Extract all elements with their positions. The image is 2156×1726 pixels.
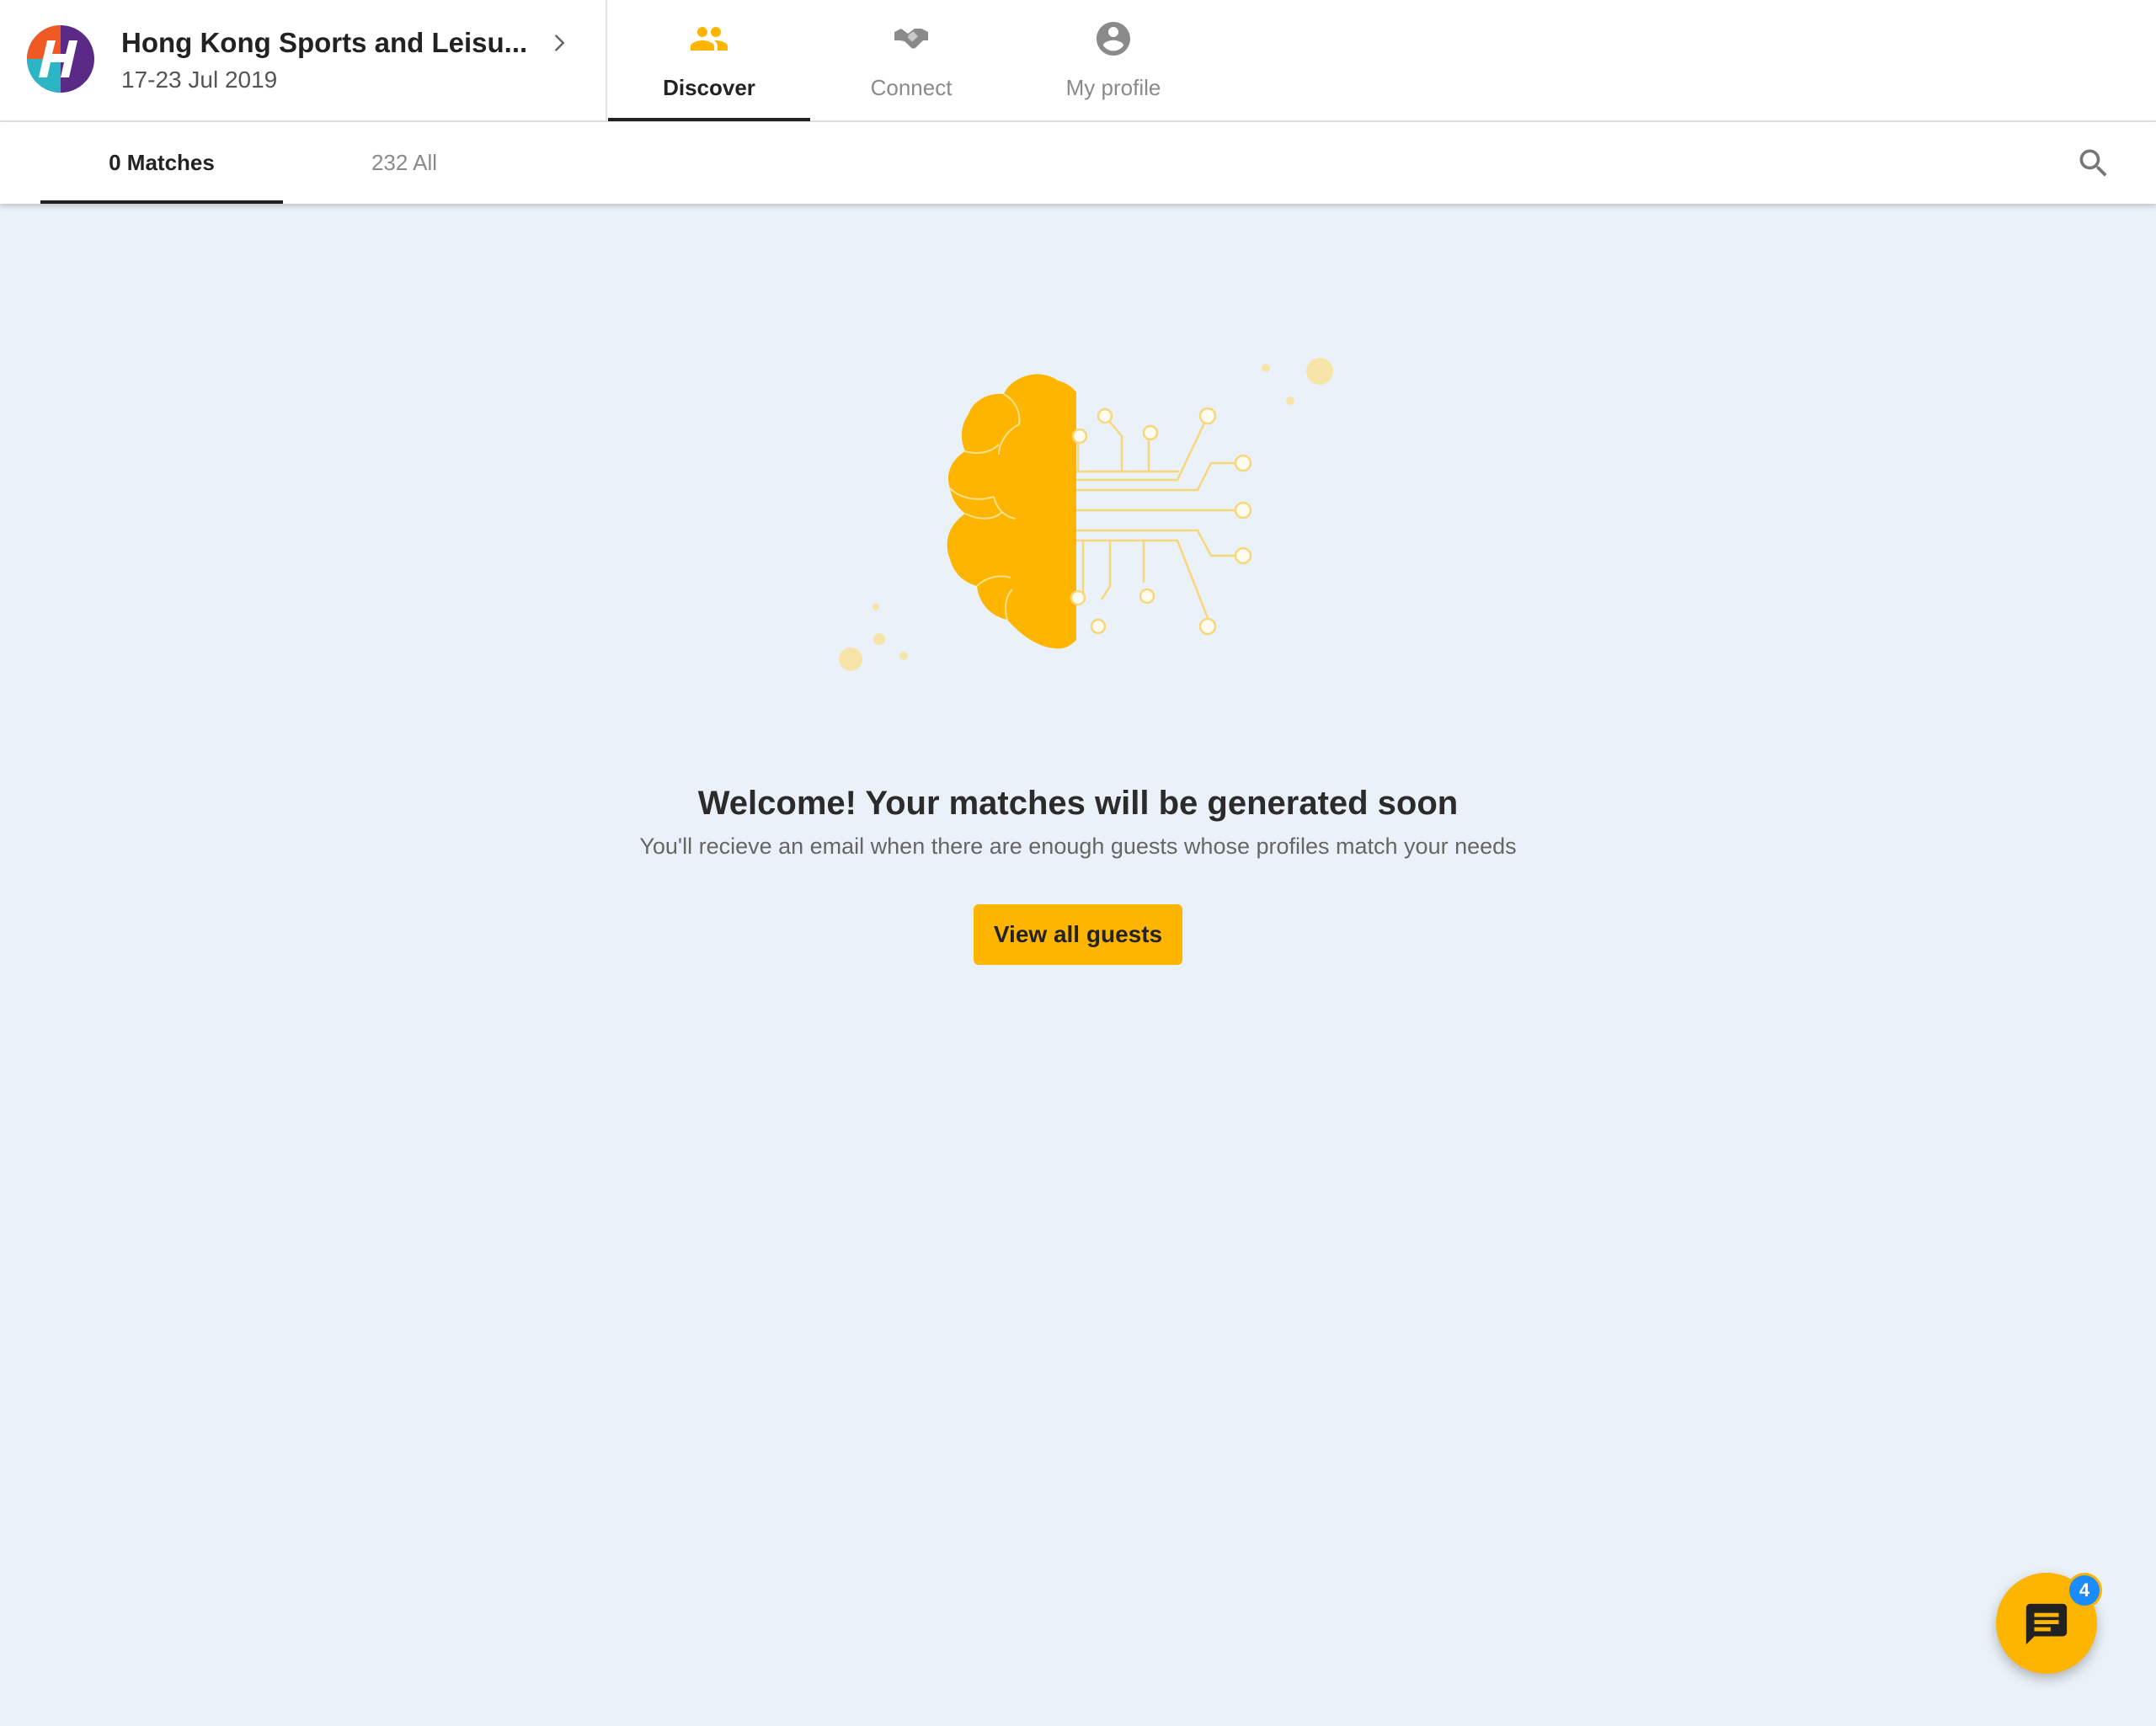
event-logo <box>27 25 94 93</box>
empty-state-title: Welcome! Your matches will be generated … <box>697 785 1459 822</box>
unread-count-badge: 4 <box>2067 1573 2102 1608</box>
people-icon <box>691 27 728 51</box>
nav-tab-label: Discover <box>663 75 755 100</box>
tab-all[interactable]: 232 All <box>283 122 526 204</box>
brain-circuit-illustration <box>839 358 1333 671</box>
chat-icon <box>2025 1603 2068 1645</box>
nav-tab-my-profile[interactable]: My profile <box>1012 0 1214 120</box>
event-name: Hong Kong Sports and Leisu... <box>121 27 528 58</box>
sub-tab-bar: 0 Matches 232 All <box>0 122 2156 204</box>
tab-matches[interactable]: 0 Matches <box>40 122 283 204</box>
empty-state-subtitle: You'll recieve an email when there are e… <box>639 834 1517 859</box>
handshake-icon <box>894 29 928 49</box>
event-dates: 17-23 Jul 2019 <box>121 67 278 93</box>
view-all-guests-button[interactable]: View all guests <box>974 904 1182 965</box>
chevron-right-icon <box>554 35 565 51</box>
event-selector[interactable]: Hong Kong Sports and Leisu... 17-23 Jul … <box>0 0 607 120</box>
nav-tab-label: Connect <box>870 75 953 100</box>
top-header: Hong Kong Sports and Leisu... 17-23 Jul … <box>0 0 2156 122</box>
search-icon[interactable] <box>2075 145 2112 182</box>
nav-tab-connect[interactable]: Connect <box>810 0 1012 120</box>
nav-tab-discover[interactable]: Discover <box>608 0 810 121</box>
nav-tab-label: My profile <box>1065 75 1161 100</box>
account-circle-icon <box>1097 22 1130 56</box>
